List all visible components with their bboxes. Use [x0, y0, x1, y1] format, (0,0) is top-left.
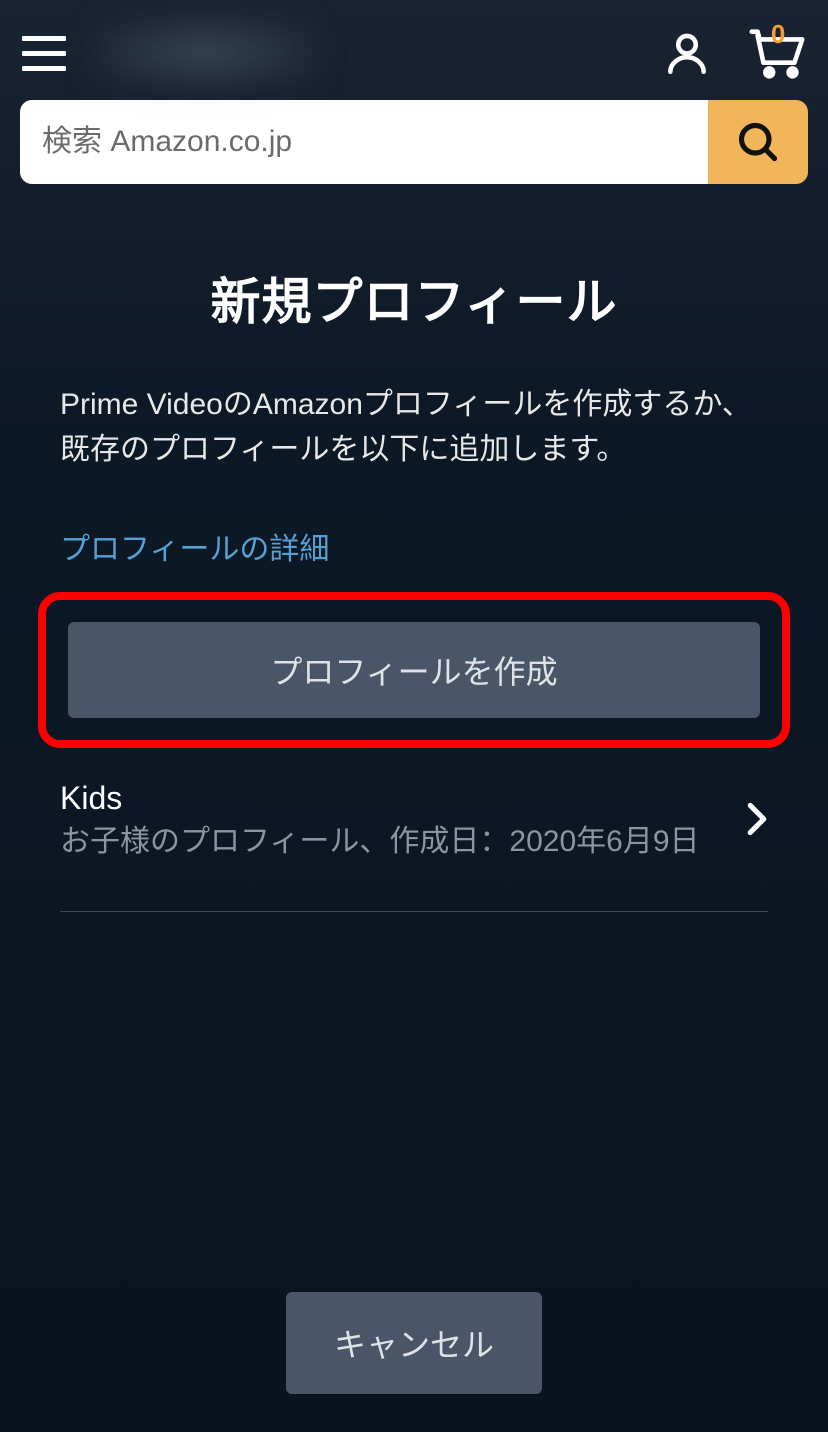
search-button[interactable]	[708, 100, 808, 184]
profile-name: Kids	[60, 780, 726, 817]
account-icon[interactable]	[662, 28, 712, 78]
footer-actions: キャンセル	[0, 1292, 828, 1394]
cancel-button[interactable]: キャンセル	[286, 1292, 542, 1394]
profile-row-kids[interactable]: Kids お子様のプロフィール、作成日：2020年6月9日	[60, 772, 768, 912]
page-title: 新規プロフィール	[60, 262, 768, 334]
profile-details-link[interactable]: プロフィールの詳細	[60, 524, 329, 568]
search-bar	[0, 100, 828, 202]
menu-button[interactable]	[20, 30, 68, 77]
profile-description: お子様のプロフィール、作成日：2020年6月9日	[60, 821, 726, 863]
app-header: 0	[0, 0, 828, 100]
cart-button[interactable]: 0	[746, 25, 808, 81]
cart-count: 0	[771, 19, 785, 50]
highlight-annotation: プロフィールを作成	[38, 592, 790, 748]
search-input[interactable]	[20, 100, 708, 184]
create-profile-button[interactable]: プロフィールを作成	[68, 622, 760, 718]
logo-blurred	[90, 18, 320, 88]
main-content: 新規プロフィール Prime VideoのAmazonプロフィールを作成するか、…	[0, 202, 828, 912]
page-description: Prime VideoのAmazonプロフィールを作成するか、既存のプロフィール…	[60, 382, 768, 472]
chevron-right-icon	[746, 802, 768, 841]
